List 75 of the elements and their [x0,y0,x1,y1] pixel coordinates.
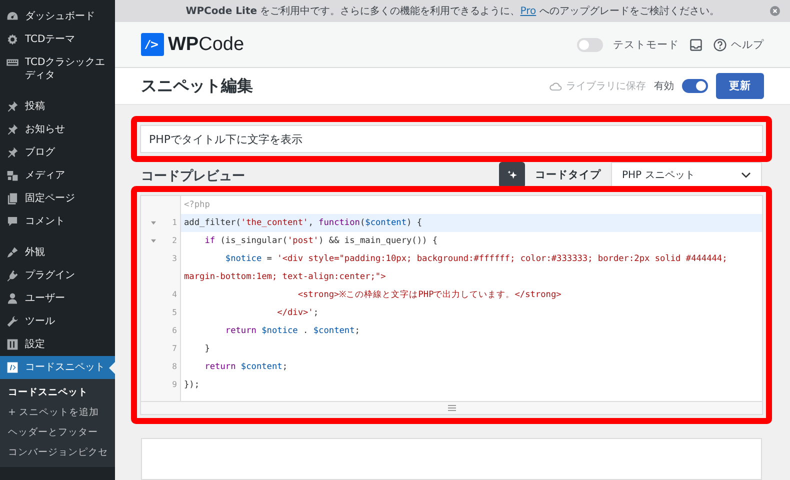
sparkle-icon [506,168,518,182]
line-number: 2 [172,235,177,247]
pin-icon [6,146,19,159]
code-icon [6,361,19,374]
code-line: </div>'; [276,307,320,320]
submenu-item[interactable]: コードスニペット [0,383,115,403]
line-number: 7 [172,343,177,355]
plug-icon [6,269,19,282]
speech-bubble-icon [6,215,19,228]
test-mode-toggle[interactable] [577,38,603,52]
chevron-down-icon [741,172,751,178]
sidebar-item[interactable]: TCDクラシックエディタ [0,51,115,87]
code-line: if (is_singular('post') && is_main_query()) { [204,235,439,248]
code-line: } [204,343,211,356]
sidebar-item[interactable]: コメント [0,210,115,233]
sidebar-item[interactable]: 固定ページ [0,187,115,210]
drag-handle-icon [448,405,456,411]
logo-mark: /> [141,33,164,56]
code-line: }); [183,379,201,392]
line-number: 1 [172,217,177,229]
pages-icon [6,192,19,205]
cloud-icon [549,81,562,92]
sidebar-item[interactable]: コードスニペット [0,356,115,379]
inbox-icon[interactable] [689,38,703,52]
line-number: 9 [172,379,177,391]
active-label: 有効 [654,80,674,94]
code-line: return $content; [204,361,289,374]
code-line: <?php [183,199,211,212]
code-type-dropdown[interactable]: PHP スニペット [611,162,762,188]
sidebar-item[interactable]: 設定 [0,333,115,356]
sidebar-item[interactable]: お知らせ [0,118,115,141]
test-mode-label: テストモード [613,38,679,52]
submenu-item[interactable]: + スニペットを追加 [0,403,115,423]
update-button[interactable]: 更新 [716,73,764,100]
line-number: 8 [172,361,177,373]
sidebar-item[interactable]: プラグイン [0,264,115,287]
gear-icon [6,33,19,46]
code-type-label: コードタイプ [535,168,601,182]
code-line: return $notice . $content; [224,325,361,338]
section-heading: コードプレビュー [141,168,245,185]
sidebar-item[interactable]: メディア [0,164,115,187]
sidebar-item[interactable]: TCDテーマ [0,28,115,51]
sidebar-item[interactable]: 外観 [0,241,115,264]
help-icon [713,38,727,52]
line-number: 6 [172,325,177,337]
ai-sparkle-button[interactable] [499,162,525,188]
fold-triangle-icon[interactable] [151,221,156,225]
line-number: 4 [172,289,177,301]
fold-triangle-icon[interactable] [151,239,156,243]
pin-icon [6,123,19,136]
snippet-title-field[interactable]: PHPでタイトル下に文字を表示 [140,125,763,153]
submenu-item[interactable]: コンバージョンピクセ [0,443,115,463]
sidebar-item[interactable]: ブログ [0,141,115,164]
sidebar-item[interactable]: ツール [0,310,115,333]
close-icon[interactable] [770,6,780,16]
pin-icon [6,100,19,113]
sidebar-item[interactable]: ユーザー [0,287,115,310]
active-toggle[interactable] [682,79,708,94]
logo-text: WPCode [168,34,244,56]
sidebar-item[interactable]: ダッシュボード [0,5,115,28]
code-line: <strong>※この枠線と文字はPHPで出力しています。</strong> [296,288,562,302]
code-line: $notice = '<div style="padding:10px; background:#ffffff; color:#333333; border:2px solid #444444; margin-bottom:1em; text-align:center;"> [183,253,728,284]
notice-text: WPCode Lite をご利用中です。さらに多くの機能を利用できるように、Pro へのアップグレードをご検討ください。 [186,4,720,18]
submenu-item[interactable]: ヘッダーとフッター [0,423,115,443]
page-title: スニペット編集 [141,76,253,97]
sidebar-item[interactable]: 投稿 [0,95,115,118]
line-number: 3 [172,253,177,265]
pro-link[interactable]: Pro [520,6,536,17]
media-icon [6,169,19,182]
wrench-icon [6,315,19,328]
help-link[interactable]: ヘルプ [713,38,764,52]
line-number: 5 [172,307,177,319]
dashboard-icon [6,10,19,23]
user-icon [6,292,19,305]
brush-icon [6,246,19,259]
